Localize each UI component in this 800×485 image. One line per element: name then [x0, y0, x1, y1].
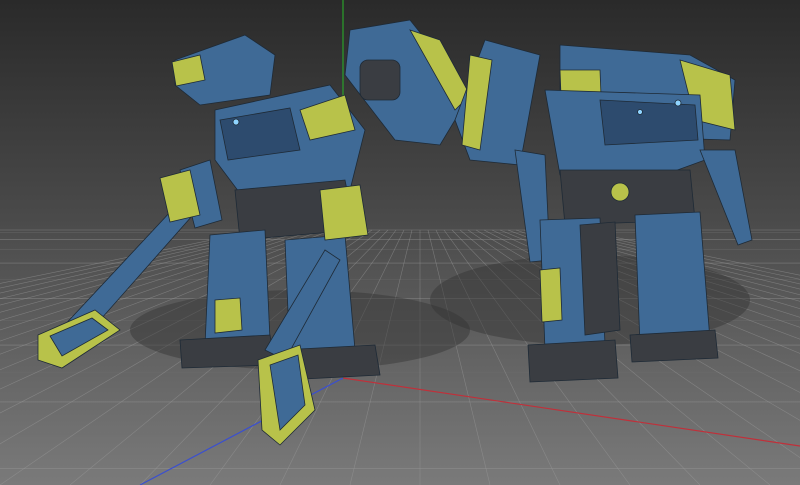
3d-viewport[interactable]	[0, 0, 800, 485]
foot-right-a	[527, 339, 619, 383]
eye-light-left	[232, 118, 240, 126]
scene-canvas[interactable]	[0, 0, 800, 485]
waist-emblem	[610, 182, 630, 202]
visor-right	[599, 99, 699, 146]
leg-left-b-trim	[319, 184, 369, 241]
foot-right-b	[629, 329, 719, 363]
leg-right-b-dark	[579, 221, 621, 336]
eye-light-right-a	[674, 99, 682, 107]
cannon-barrel	[359, 59, 401, 101]
leg-right-b	[634, 211, 711, 346]
leg-left-a-trim	[214, 297, 243, 334]
arm-right-outer	[699, 149, 753, 246]
leg-right-a-trim	[539, 267, 563, 323]
x-axis-line	[342, 377, 800, 447]
eye-light-right-b	[637, 109, 643, 115]
